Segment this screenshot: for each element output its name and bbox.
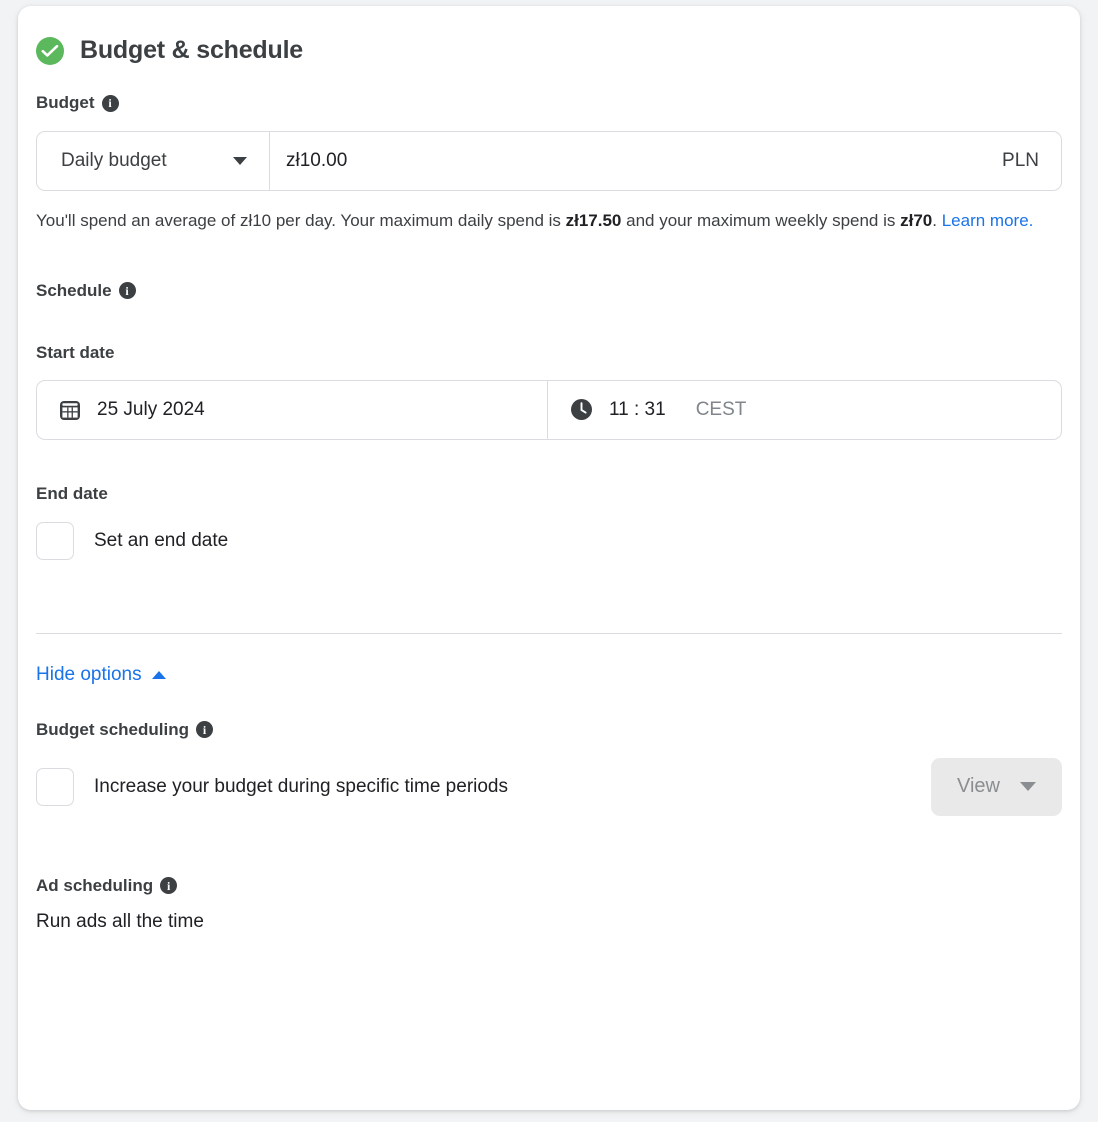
- budget-help-part1: You'll spend an average of zł10 per day.…: [36, 211, 566, 230]
- start-date-value: 25 July 2024: [97, 399, 205, 421]
- budget-currency-label: PLN: [1002, 150, 1039, 172]
- budget-control: Daily budget PLN: [36, 131, 1062, 191]
- end-date-label: End date: [36, 484, 1062, 504]
- set-end-date-row[interactable]: Set an end date: [36, 522, 1062, 560]
- info-icon[interactable]: i: [119, 282, 136, 299]
- ad-scheduling-label: Ad scheduling: [36, 876, 153, 896]
- section-divider: [36, 633, 1062, 634]
- start-time-field[interactable]: 11 : 31 CEST: [548, 381, 1061, 439]
- clock-icon: [570, 398, 593, 421]
- chevron-down-icon: [233, 157, 247, 165]
- info-icon[interactable]: i: [196, 721, 213, 738]
- card-header: Budget & schedule: [18, 6, 1080, 65]
- increase-budget-checkbox[interactable]: [36, 768, 74, 806]
- budget-amount-input[interactable]: [286, 150, 686, 172]
- learn-more-link[interactable]: Learn more.: [942, 211, 1034, 230]
- ad-scheduling-value: Run ads all the time: [36, 911, 1062, 933]
- budget-help-text: You'll spend an average of zł10 per day.…: [36, 207, 1042, 235]
- page-background: Budget & schedule Budget i Daily budget …: [0, 0, 1098, 1122]
- view-button-label: View: [957, 775, 1000, 798]
- budget-scheduling-label: Budget scheduling: [36, 720, 189, 740]
- hide-options-label: Hide options: [36, 664, 142, 686]
- view-button[interactable]: View: [931, 758, 1062, 816]
- info-icon[interactable]: i: [102, 95, 119, 112]
- budget-section: Budget i Daily budget PLN You'll spend a…: [18, 93, 1080, 235]
- budget-help-part3: .: [932, 211, 941, 230]
- budget-schedule-card: Budget & schedule Budget i Daily budget …: [18, 6, 1080, 1110]
- chevron-down-icon: [1020, 782, 1036, 791]
- timezone-label: CEST: [696, 399, 747, 421]
- budget-help-part2: and your maximum weekly spend is: [621, 211, 900, 230]
- budget-label-row: Budget i: [36, 93, 1062, 113]
- set-end-date-label: Set an end date: [94, 530, 228, 552]
- hide-options-toggle[interactable]: Hide options: [36, 664, 166, 686]
- ad-scheduling-section: Ad scheduling i Run ads all the time: [18, 876, 1080, 933]
- budget-label: Budget: [36, 93, 95, 113]
- chevron-up-icon: [152, 671, 166, 679]
- increase-budget-label: Increase your budget during specific tim…: [94, 776, 508, 798]
- budget-scheduling-label-row: Budget scheduling i: [36, 720, 1062, 740]
- schedule-label: Schedule: [36, 281, 112, 301]
- schedule-label-row: Schedule i: [36, 281, 1062, 301]
- info-icon[interactable]: i: [160, 877, 177, 894]
- page-title: Budget & schedule: [80, 36, 303, 65]
- budget-type-value: Daily budget: [61, 150, 167, 172]
- start-date-field[interactable]: 25 July 2024: [37, 381, 548, 439]
- schedule-section: Schedule i Start date: [18, 281, 1080, 440]
- budget-type-select[interactable]: Daily budget: [37, 132, 270, 190]
- calendar-icon: [59, 399, 81, 421]
- ad-scheduling-label-row: Ad scheduling i: [36, 876, 1062, 896]
- budget-amount-wrap: PLN: [270, 132, 1061, 190]
- budget-help-max-weekly: zł70: [900, 211, 932, 230]
- end-date-section: End date Set an end date: [18, 484, 1080, 560]
- check-circle-icon: [36, 37, 64, 65]
- start-datetime-control: 25 July 2024 11 : 31 CEST: [36, 380, 1062, 440]
- budget-help-max-daily: zł17.50: [566, 211, 622, 230]
- budget-scheduling-row: Increase your budget during specific tim…: [36, 758, 1062, 816]
- start-date-label: Start date: [36, 343, 1062, 363]
- set-end-date-checkbox[interactable]: [36, 522, 74, 560]
- budget-scheduling-section: Budget scheduling i Increase your budget…: [18, 720, 1080, 816]
- start-time-value: 11 : 31: [609, 399, 666, 421]
